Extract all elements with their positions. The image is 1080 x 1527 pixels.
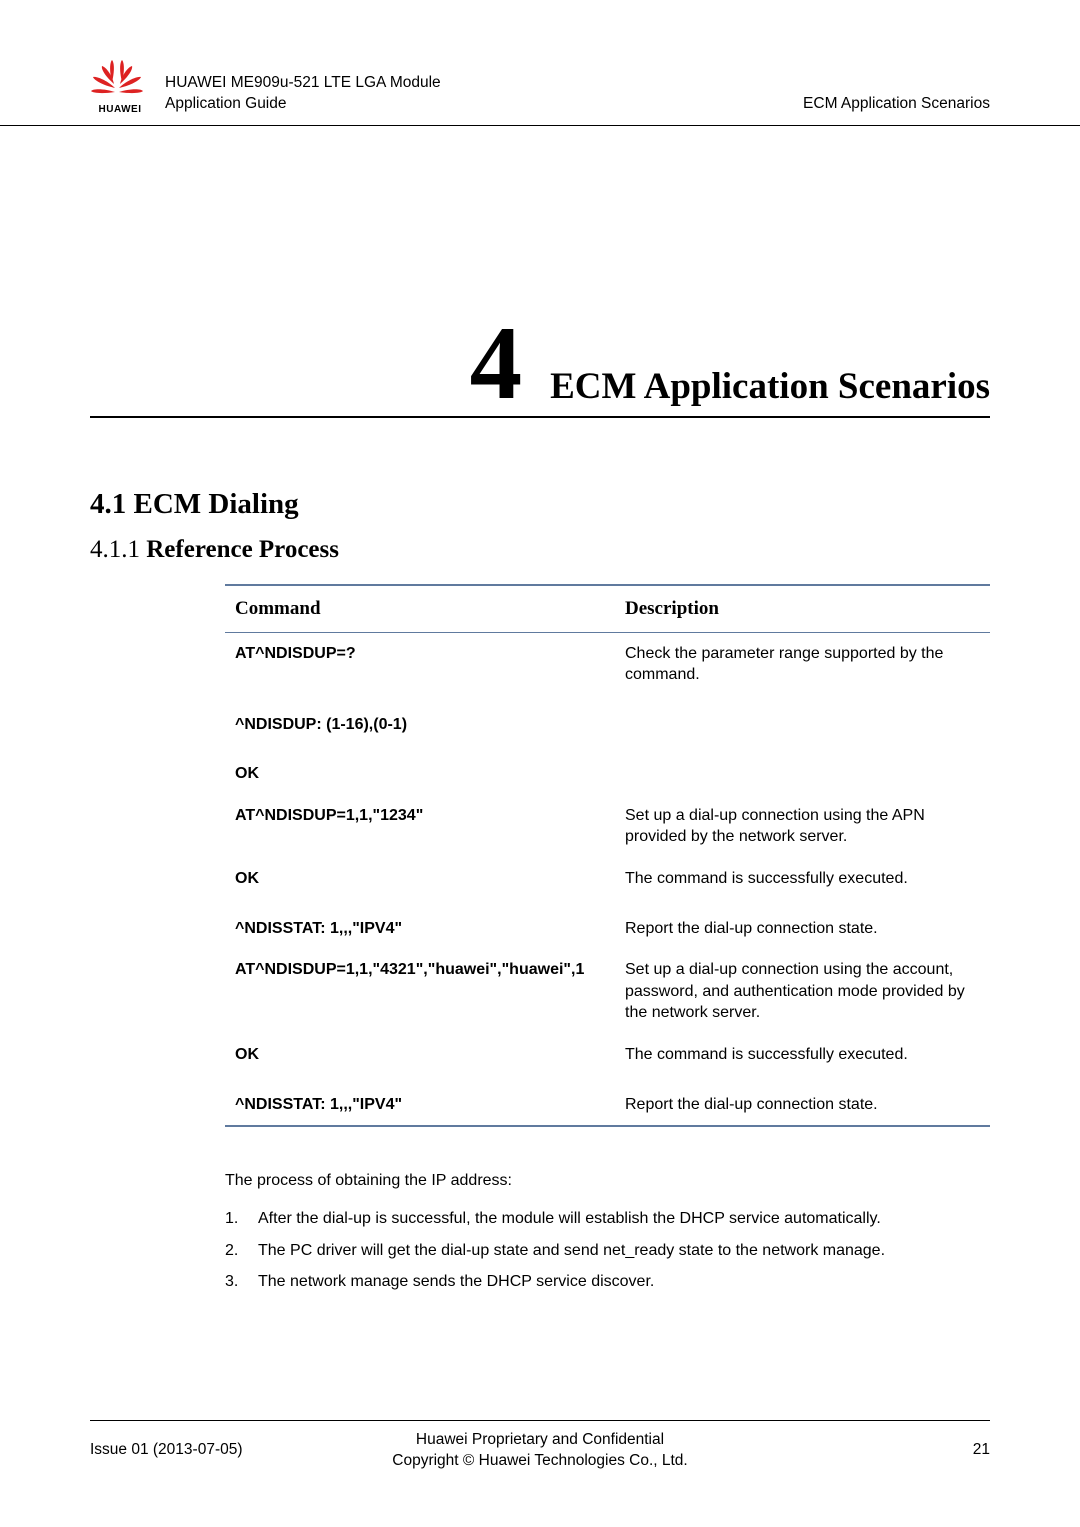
table-row: OK: [225, 745, 990, 795]
cmd-cell: AT^NDISDUP=1,1,"4321","huawei","huawei",…: [225, 949, 615, 1034]
table-row: ^NDISDUP: (1-16),(0-1): [225, 696, 990, 746]
subsection-number: 4.1.1: [90, 536, 140, 563]
desc-cell: Set up a dial-up connection using the AP…: [615, 795, 990, 858]
list-number: 2.: [225, 1240, 258, 1262]
header-section-name: ECM Application Scenarios: [803, 95, 990, 115]
logo: HUAWEI: [90, 60, 150, 115]
list-text: The PC driver will get the dial-up state…: [258, 1240, 900, 1262]
page-footer: Issue 01 (2013-07-05) Huawei Proprietary…: [90, 1420, 990, 1472]
desc-cell: Check the parameter range supported by t…: [615, 632, 990, 696]
footer-issue: Issue 01 (2013-07-05): [90, 1441, 315, 1459]
cmd-cell: OK: [225, 745, 615, 795]
th-command: Command: [225, 585, 615, 633]
desc-cell: Set up a dial-up connection using the ac…: [615, 949, 990, 1034]
cmd-cell: AT^NDISDUP=1,1,"1234": [225, 795, 615, 858]
subsection-title: Reference Process: [146, 536, 339, 563]
header-titles: HUAWEI ME909u-521 LTE LGA Module Applica…: [165, 72, 803, 115]
page-number: 21: [765, 1441, 990, 1459]
cmd-cell: OK: [225, 858, 615, 900]
process-list: 1. After the dial-up is successful, the …: [225, 1208, 900, 1293]
table-row: OK The command is successfully executed.: [225, 1034, 990, 1076]
list-item: 3. The network manage sends the DHCP ser…: [225, 1271, 900, 1293]
table-row: AT^NDISDUP=? Check the parameter range s…: [225, 632, 990, 696]
list-text: After the dial-up is successful, the mod…: [258, 1208, 900, 1230]
chapter-heading: 4 ECM Application Scenarios: [90, 316, 990, 418]
chapter-number: 4: [470, 316, 523, 411]
table-row: AT^NDISDUP=1,1,"4321","huawei","huawei",…: [225, 949, 990, 1034]
cmd-cell: OK: [225, 1034, 615, 1076]
desc-cell: Report the dial-up connection state.: [615, 1076, 990, 1127]
chapter-title: ECM Application Scenarios: [550, 365, 990, 408]
cmd-cell: ^NDISDUP: (1-16),(0-1): [225, 696, 615, 746]
list-text: The network manage sends the DHCP servic…: [258, 1271, 900, 1293]
logo-text: HUAWEI: [90, 104, 150, 115]
doc-title-line2: Application Guide: [165, 93, 803, 115]
section: 4.1 ECM Dialing 4.1.1 Reference Process …: [90, 488, 990, 1294]
huawei-logo-icon: [90, 60, 144, 102]
th-description: Description: [615, 585, 990, 633]
list-number: 3.: [225, 1271, 258, 1293]
list-item: 2. The PC driver will get the dial-up st…: [225, 1240, 900, 1262]
cmd-cell: AT^NDISDUP=?: [225, 632, 615, 696]
cmd-cell: ^NDISSTAT: 1,,,"IPV4": [225, 900, 615, 950]
subsection-heading: 4.1.1 Reference Process: [90, 536, 990, 564]
table-row: ^NDISSTAT: 1,,,"IPV4" Report the dial-up…: [225, 1076, 990, 1127]
list-number: 1.: [225, 1208, 258, 1230]
desc-cell: [615, 696, 990, 746]
desc-cell: The command is successfully executed.: [615, 858, 990, 900]
desc-cell: The command is successfully executed.: [615, 1034, 990, 1076]
process-intro: The process of obtaining the IP address:: [225, 1172, 990, 1190]
footer-proprietary: Huawei Proprietary and Confidential: [315, 1429, 765, 1451]
desc-cell: Report the dial-up connection state.: [615, 900, 990, 950]
section-heading: 4.1 ECM Dialing: [90, 488, 990, 521]
table-row: ^NDISSTAT: 1,,,"IPV4" Report the dial-up…: [225, 900, 990, 950]
page-header: HUAWEI HUAWEI ME909u-521 LTE LGA Module …: [0, 0, 1080, 126]
desc-cell: [615, 745, 990, 795]
list-item: 1. After the dial-up is successful, the …: [225, 1208, 900, 1230]
footer-center: Huawei Proprietary and Confidential Copy…: [315, 1429, 765, 1472]
footer-copyright: Copyright © Huawei Technologies Co., Ltd…: [315, 1450, 765, 1472]
cmd-cell: ^NDISSTAT: 1,,,"IPV4": [225, 1076, 615, 1127]
table-row: AT^NDISDUP=1,1,"1234" Set up a dial-up c…: [225, 795, 990, 858]
table-row: OK The command is successfully executed.: [225, 858, 990, 900]
doc-title-line1: HUAWEI ME909u-521 LTE LGA Module: [165, 72, 803, 94]
command-table: Command Description AT^NDISDUP=? Check t…: [225, 584, 990, 1128]
